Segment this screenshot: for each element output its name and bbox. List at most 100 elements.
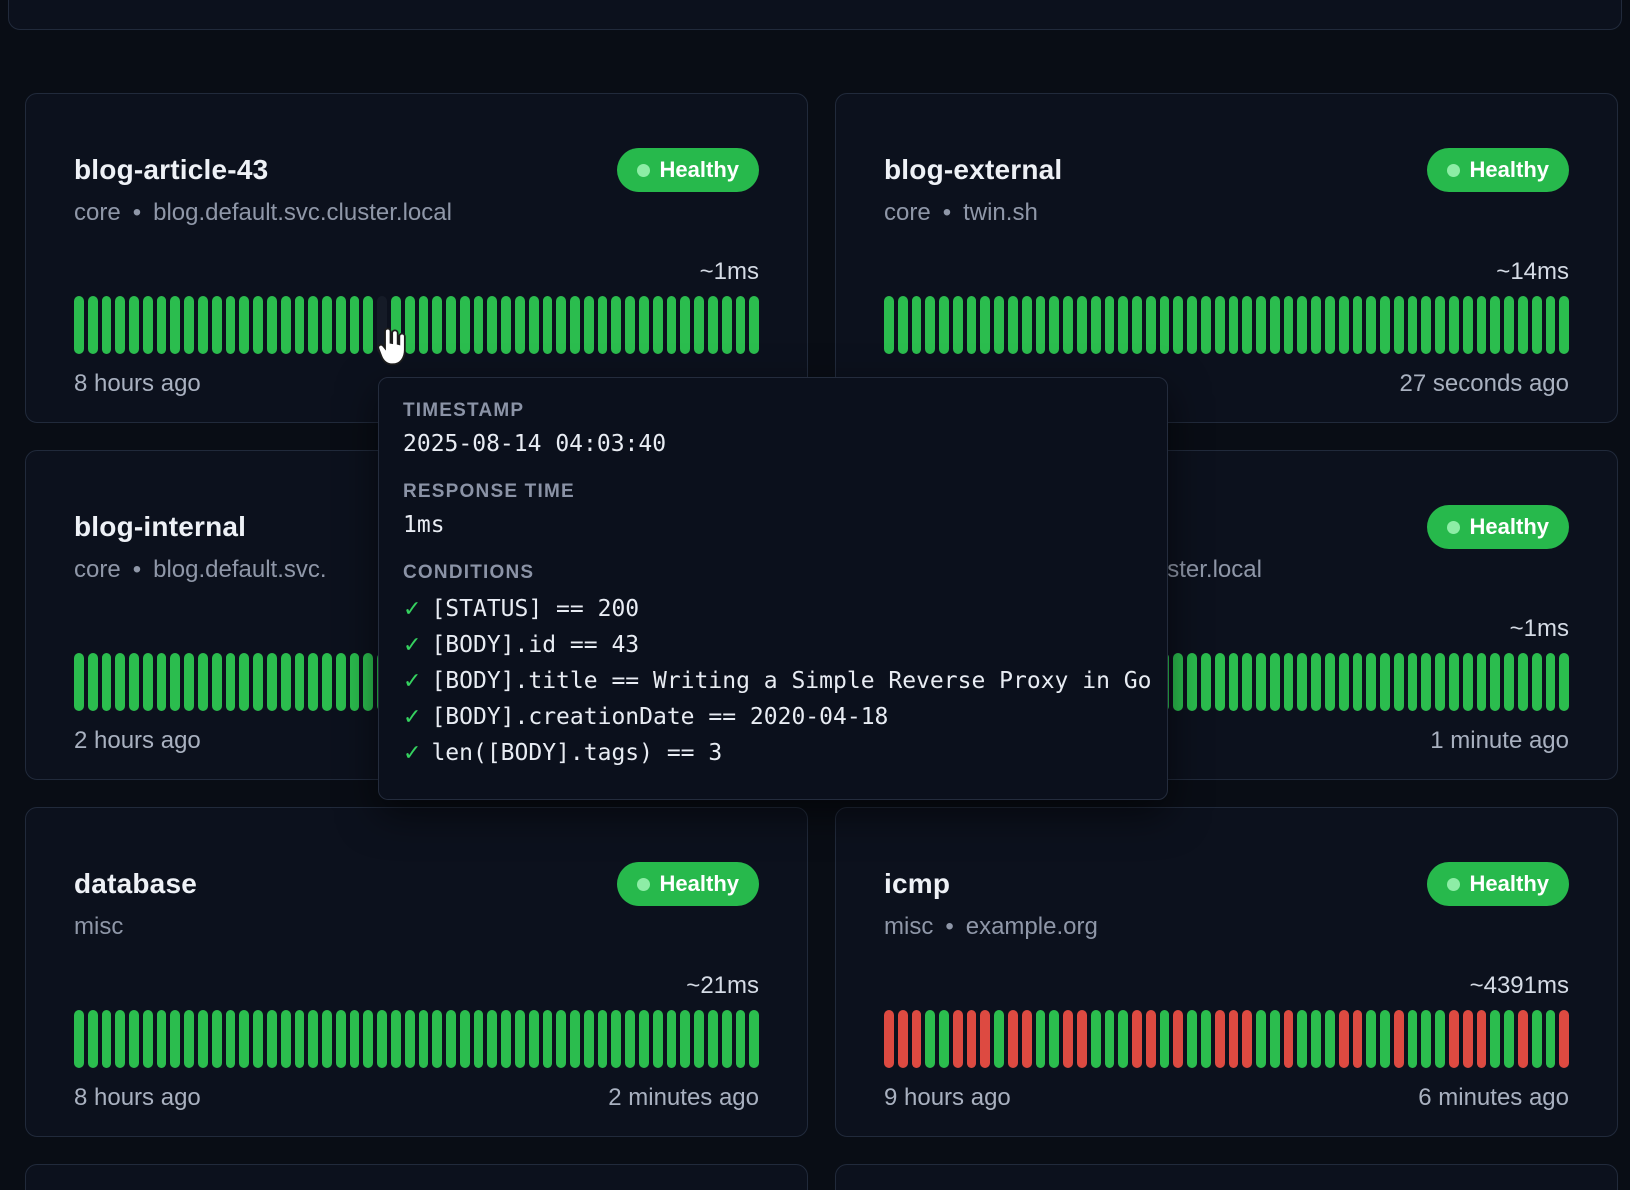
health-bar[interactable] xyxy=(543,296,553,354)
health-bar[interactable] xyxy=(953,1010,963,1068)
health-bar[interactable] xyxy=(143,296,153,354)
health-bar[interactable] xyxy=(184,296,194,354)
health-bar[interactable] xyxy=(1105,296,1115,354)
health-bar[interactable] xyxy=(722,296,732,354)
health-bar[interactable] xyxy=(1449,296,1459,354)
health-bar[interactable] xyxy=(446,1010,456,1068)
health-bar[interactable] xyxy=(994,296,1004,354)
health-bar[interactable] xyxy=(1284,296,1294,354)
health-bar[interactable] xyxy=(1394,296,1404,354)
health-bar[interactable] xyxy=(1532,1010,1542,1068)
health-bar[interactable] xyxy=(515,1010,525,1068)
health-bar[interactable] xyxy=(419,1010,429,1068)
health-bar[interactable] xyxy=(680,1010,690,1068)
health-bar[interactable] xyxy=(556,296,566,354)
health-bar[interactable] xyxy=(1049,296,1059,354)
health-bar[interactable] xyxy=(1077,296,1087,354)
health-bar[interactable] xyxy=(925,296,935,354)
health-bar[interactable] xyxy=(1160,1010,1170,1068)
health-bar[interactable] xyxy=(226,296,236,354)
health-bar[interactable] xyxy=(239,296,249,354)
health-bar[interactable] xyxy=(115,296,125,354)
health-bar[interactable] xyxy=(267,653,277,711)
health-bar[interactable] xyxy=(184,653,194,711)
health-bar[interactable] xyxy=(1008,296,1018,354)
health-bar[interactable] xyxy=(1532,653,1542,711)
health-bar[interactable] xyxy=(736,1010,746,1068)
health-bar[interactable] xyxy=(1311,653,1321,711)
health-bar[interactable] xyxy=(1490,653,1500,711)
health-bar[interactable] xyxy=(1215,1010,1225,1068)
health-bar[interactable] xyxy=(556,1010,566,1068)
health-bar[interactable] xyxy=(1118,296,1128,354)
health-bar[interactable] xyxy=(1325,296,1335,354)
health-bar[interactable] xyxy=(1366,296,1376,354)
health-bar[interactable] xyxy=(994,1010,1004,1068)
health-bar[interactable] xyxy=(212,296,222,354)
health-bar[interactable] xyxy=(102,1010,112,1068)
health-bar[interactable] xyxy=(1339,653,1349,711)
health-bar[interactable] xyxy=(1546,653,1556,711)
health-bar[interactable] xyxy=(474,1010,484,1068)
health-bar[interactable] xyxy=(1063,296,1073,354)
health-bar[interactable] xyxy=(267,296,277,354)
health-bar[interactable] xyxy=(1408,296,1418,354)
health-bar[interactable] xyxy=(1380,296,1390,354)
health-bar[interactable] xyxy=(1091,296,1101,354)
health-bar[interactable] xyxy=(1380,1010,1390,1068)
health-bar[interactable] xyxy=(129,1010,139,1068)
health-bar[interactable] xyxy=(1187,1010,1197,1068)
health-bar[interactable] xyxy=(1366,1010,1376,1068)
health-bar[interactable] xyxy=(308,653,318,711)
health-bar[interactable] xyxy=(1518,1010,1528,1068)
health-bar[interactable] xyxy=(1449,653,1459,711)
health-bar[interactable] xyxy=(350,296,360,354)
health-bar[interactable] xyxy=(1297,296,1307,354)
service-card[interactable]: blog-external Healthy core • twin.sh ~14… xyxy=(835,93,1618,423)
health-bar[interactable] xyxy=(1546,296,1556,354)
health-bar[interactable] xyxy=(967,1010,977,1068)
health-bar[interactable] xyxy=(1229,296,1239,354)
health-bar[interactable] xyxy=(653,296,663,354)
health-bar[interactable] xyxy=(1229,1010,1239,1068)
health-bar[interactable] xyxy=(1242,1010,1252,1068)
health-bar[interactable] xyxy=(515,296,525,354)
health-bar[interactable] xyxy=(1201,296,1211,354)
health-bar[interactable] xyxy=(1490,1010,1500,1068)
health-bar[interactable] xyxy=(170,296,180,354)
health-bar[interactable] xyxy=(529,296,539,354)
health-bar[interactable] xyxy=(543,1010,553,1068)
health-bar[interactable] xyxy=(1449,1010,1459,1068)
health-bar[interactable] xyxy=(1559,653,1569,711)
health-bar[interactable] xyxy=(980,1010,990,1068)
health-bar[interactable] xyxy=(1008,1010,1018,1068)
health-bar[interactable] xyxy=(1132,296,1142,354)
health-bar[interactable] xyxy=(667,296,677,354)
health-bar[interactable] xyxy=(88,296,98,354)
health-bar[interactable] xyxy=(1421,653,1431,711)
health-bar[interactable] xyxy=(363,653,373,711)
health-bar[interactable] xyxy=(350,653,360,711)
health-bar[interactable] xyxy=(1118,1010,1128,1068)
health-bar[interactable] xyxy=(939,1010,949,1068)
health-bar[interactable] xyxy=(405,1010,415,1068)
health-bar[interactable] xyxy=(322,1010,332,1068)
health-bar[interactable] xyxy=(639,296,649,354)
health-bar[interactable] xyxy=(157,653,167,711)
health-bar[interactable] xyxy=(115,653,125,711)
health-bar[interactable] xyxy=(925,1010,935,1068)
health-bar[interactable] xyxy=(129,296,139,354)
health-bar[interactable] xyxy=(1201,653,1211,711)
health-bar[interactable] xyxy=(1187,296,1197,354)
health-bar[interactable] xyxy=(363,1010,373,1068)
health-bar[interactable] xyxy=(501,1010,511,1068)
health-bar[interactable] xyxy=(898,1010,908,1068)
health-bar[interactable] xyxy=(226,1010,236,1068)
health-bar[interactable] xyxy=(1215,653,1225,711)
health-bar[interactable] xyxy=(1353,1010,1363,1068)
health-bar[interactable] xyxy=(212,653,222,711)
health-bar[interactable] xyxy=(363,296,373,354)
health-bar[interactable] xyxy=(625,296,635,354)
health-bar[interactable] xyxy=(308,1010,318,1068)
health-bar[interactable] xyxy=(1256,296,1266,354)
